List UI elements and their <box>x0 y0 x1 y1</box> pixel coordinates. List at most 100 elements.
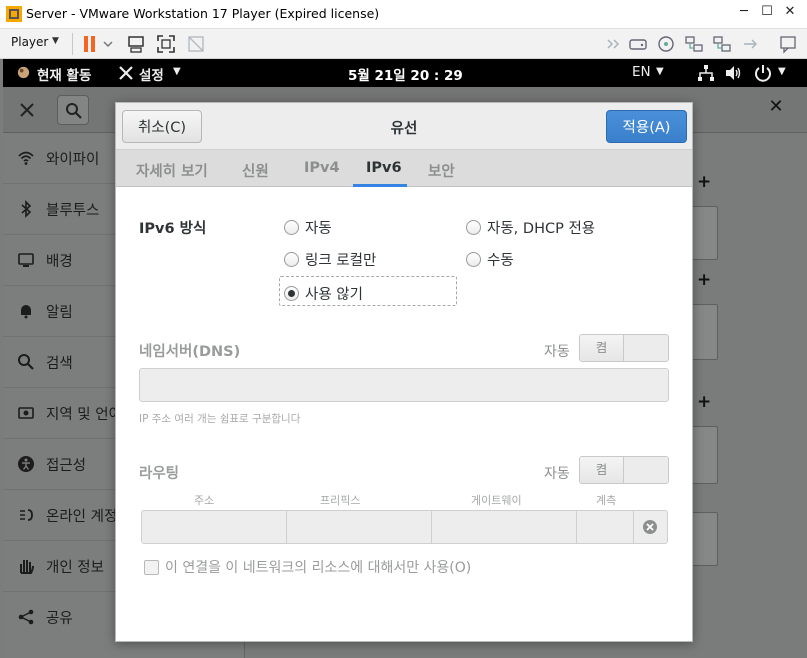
search-icon <box>66 103 82 119</box>
minimize-button[interactable]: ─ <box>733 4 755 24</box>
sidebar-item-label: 검색 <box>46 356 73 372</box>
route-column-address: 주소 <box>194 494 215 507</box>
activities-button[interactable]: 현재 활동 <box>37 64 91 84</box>
maximize-button[interactable]: ☐ <box>756 4 778 24</box>
route-row <box>141 510 668 544</box>
radio-label: 자동, DHCP 전용 <box>487 221 596 237</box>
route-address-input[interactable] <box>142 511 287 543</box>
radio-label: 사용 않기 <box>305 287 363 303</box>
network-adapter-2-icon[interactable] <box>712 34 732 54</box>
connection-card <box>690 304 718 360</box>
chevron-down-icon[interactable]: ▼ <box>778 66 786 77</box>
clock[interactable]: 5월 21일 20 : 29 <box>348 64 463 84</box>
tab-ipv4[interactable]: IPv4 <box>304 160 340 176</box>
window-close-button[interactable]: ✕ <box>779 4 801 24</box>
restrict-to-network-checkbox[interactable]: 이 연결을 이 네트워크의 리소스에 대해서만 사용(O) <box>144 557 471 577</box>
settings-app-icon-button[interactable] <box>11 95 43 125</box>
sidebar-item-label: 온라인 계정 <box>46 509 118 525</box>
volume-icon[interactable] <box>723 63 743 83</box>
radio-indicator <box>284 252 299 267</box>
chevron-down-icon[interactable]: ▼ <box>173 66 181 77</box>
double-chevron-icon[interactable] <box>604 34 624 54</box>
radio-indicator <box>284 286 299 301</box>
usb-icon[interactable] <box>740 34 760 54</box>
radio-label: 자동 <box>305 221 332 237</box>
route-column-metric: 계측 <box>596 494 617 507</box>
route-prefix-input[interactable] <box>287 511 432 543</box>
dns-label: 네임서버(DNS) <box>139 344 241 360</box>
dns-auto-toggle[interactable]: 켬 <box>579 334 669 362</box>
power-icon[interactable] <box>753 63 773 83</box>
route-column-prefix: 프리픽스 <box>320 494 361 507</box>
add-connection-button[interactable]: + <box>697 172 711 192</box>
tab-details[interactable]: 자세히 보기 <box>136 160 208 181</box>
chevron-down-icon[interactable]: ▼ <box>656 66 664 77</box>
player-menu-button[interactable]: Player <box>11 35 48 49</box>
tab-identity[interactable]: 신원 <box>242 160 269 181</box>
settings-close-button[interactable]: ✕ <box>765 96 787 117</box>
tools-icon <box>119 66 133 80</box>
toolbar-divider <box>72 33 73 55</box>
add-connection-button[interactable]: + <box>697 392 711 412</box>
sidebar-item-label: 개인 정보 <box>46 560 104 576</box>
wired-connection-dialog: 취소(C) 유선 적용(A) 자세히 보기 신원 IPv4 IPv6 보안 IP… <box>115 102 693 642</box>
radio-indicator <box>466 220 481 235</box>
add-connection-button[interactable]: + <box>697 270 711 290</box>
sidebar-item-label: 알림 <box>46 305 73 321</box>
gnome-topbar: 현재 활동 설정 ▼ 5월 21일 20 : 29 EN ▼ ▼ <box>3 59 807 87</box>
message-log-icon[interactable] <box>778 34 798 54</box>
window-title: Server - VMware Workstation 17 Player (E… <box>26 6 380 21</box>
route-gateway-input[interactable] <box>432 511 577 543</box>
unity-mode-icon <box>188 36 204 52</box>
vmware-toolbar: Player ▼ <box>0 29 807 59</box>
radio-disable[interactable]: 사용 않기 <box>284 283 363 304</box>
toggle-on-label: 켬 <box>580 335 624 361</box>
send-ctrl-alt-del-icon[interactable] <box>126 34 146 54</box>
bell-icon <box>21 305 31 319</box>
search-button[interactable] <box>57 95 89 125</box>
pause-dropdown-icon[interactable] <box>102 34 114 54</box>
route-metric-input[interactable] <box>577 511 634 543</box>
input-language-indicator[interactable]: EN <box>632 64 651 80</box>
radio-automatic-dhcp-only[interactable]: 자동, DHCP 전용 <box>466 217 595 238</box>
dns-input[interactable] <box>139 368 669 402</box>
sidebar-item-label: 지역 및 언어 <box>46 407 122 423</box>
wifi-icon <box>18 151 34 165</box>
routing-label: 라우팅 <box>139 466 180 482</box>
ipv6-method-label: IPv6 방식 <box>139 221 207 237</box>
dialog-tabs: 자세히 보기 신원 IPv4 IPv6 보안 <box>116 150 692 187</box>
routing-auto-label: 자동 <box>544 466 570 482</box>
vmware-logo-icon <box>6 6 22 22</box>
cd-drive-icon[interactable] <box>656 34 676 54</box>
tools-icon <box>20 103 34 117</box>
radio-link-local-only[interactable]: 링크 로컬만 <box>284 249 376 270</box>
dialog-headerbar: 취소(C) 유선 적용(A) <box>116 103 692 150</box>
chevron-down-icon[interactable]: ▼ <box>52 36 59 46</box>
background-icon <box>18 253 34 267</box>
routing-auto-toggle[interactable]: 켬 <box>579 456 669 484</box>
radio-indicator <box>284 220 299 235</box>
checkbox-indicator <box>144 559 159 575</box>
sidebar-item-label: 공유 <box>46 611 73 627</box>
fullscreen-icon[interactable] <box>156 34 176 54</box>
privacy-icon <box>20 560 34 574</box>
bluetooth-icon <box>21 200 32 218</box>
sidebar-item-label: 접근성 <box>46 458 87 474</box>
app-menu-settings[interactable]: 설정 <box>139 64 164 84</box>
radio-label: 링크 로컬만 <box>305 253 377 269</box>
radio-automatic[interactable]: 자동 <box>284 217 332 238</box>
apply-button[interactable]: 적용(A) <box>606 110 687 143</box>
delete-route-icon[interactable] <box>642 519 658 535</box>
accessibility-icon <box>18 456 34 472</box>
online-accounts-icon <box>20 509 33 521</box>
hard-disk-icon[interactable] <box>628 34 648 54</box>
connection-card <box>690 512 718 566</box>
share-icon <box>18 609 34 625</box>
radio-manual[interactable]: 수동 <box>466 249 514 270</box>
tab-security[interactable]: 보안 <box>428 160 455 181</box>
network-adapter-icon[interactable] <box>684 34 704 54</box>
search-icon <box>18 354 34 370</box>
tab-ipv6[interactable]: IPv6 <box>366 160 402 176</box>
pause-icon[interactable] <box>80 34 100 54</box>
network-wired-icon[interactable] <box>696 63 716 83</box>
